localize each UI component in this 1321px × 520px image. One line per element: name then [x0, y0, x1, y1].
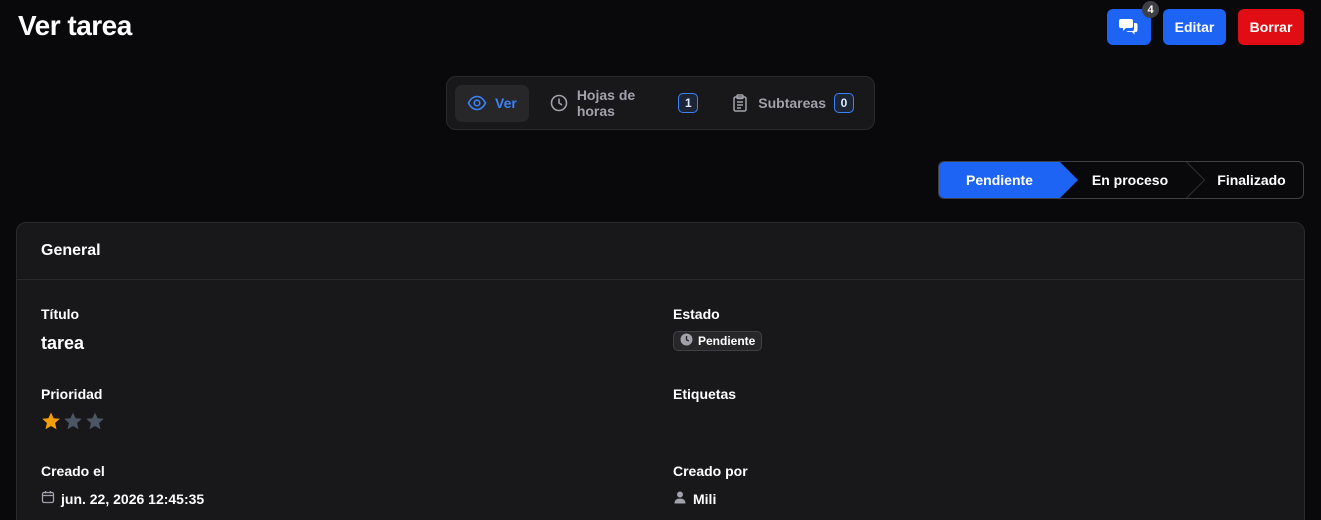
tab-subtasks-count: 0: [834, 93, 854, 113]
delete-button[interactable]: Borrar: [1238, 9, 1304, 45]
tab-view[interactable]: Ver: [455, 84, 529, 122]
user-icon: [673, 490, 687, 507]
tab-bar: Ver Hojas de horas 1 Subtareas 0: [446, 76, 875, 130]
clipboard-icon: [730, 93, 750, 113]
priority-stars: [41, 411, 105, 436]
clock-icon: [549, 93, 569, 113]
header-actions: 4 Editar Borrar: [1107, 1, 1304, 45]
field-priority: Prioridad: [41, 386, 105, 436]
calendar-icon: [41, 490, 55, 507]
eye-icon: [467, 93, 487, 113]
created-by-value: Mili: [693, 490, 717, 507]
created-by-row: Mili: [673, 490, 748, 507]
status-step-in-progress[interactable]: En proceso: [1060, 162, 1205, 198]
general-card: General Título tarea Estado Pendiente Pr…: [16, 222, 1305, 520]
tab-subtasks[interactable]: Subtareas 0: [718, 85, 866, 122]
tab-subtasks-label: Subtareas: [758, 95, 826, 111]
page-title: Ver tarea: [18, 10, 132, 41]
tab-timesheets[interactable]: Hojas de horas 1: [537, 85, 710, 122]
tab-timesheets-label: Hojas de horas: [576, 87, 636, 119]
star-icon[interactable]: [85, 411, 105, 436]
status-badge-label: Pendiente: [698, 334, 756, 348]
comments-button[interactable]: 4: [1107, 1, 1159, 45]
tab-timesheets-count: 1: [678, 93, 699, 113]
comments-count-badge: 4: [1142, 1, 1159, 18]
field-title-value: tarea: [41, 333, 85, 353]
general-card-title: General: [17, 223, 1304, 280]
comments-icon: [1119, 17, 1139, 38]
field-created-at: Creado el jun. 22, 2026 12:45:35: [41, 463, 204, 507]
status-stepper: Pendiente En proceso Finalizado: [938, 161, 1304, 199]
created-at-value: jun. 22, 2026 12:45:35: [61, 490, 205, 507]
tab-view-label: Ver: [495, 95, 517, 111]
status-step-pending[interactable]: Pendiente: [939, 162, 1078, 198]
status-badge: Pendiente: [673, 331, 763, 351]
field-tags-label: Etiquetas: [673, 386, 737, 402]
field-created-by: Creado por Mili: [673, 463, 748, 507]
star-icon[interactable]: [63, 411, 83, 436]
field-status-label: Estado: [673, 306, 720, 322]
field-title-label: Título: [41, 306, 80, 322]
created-at-row: jun. 22, 2026 12:45:35: [41, 490, 204, 507]
field-priority-label: Prioridad: [41, 386, 103, 402]
edit-button[interactable]: Editar: [1163, 9, 1226, 45]
field-title: Título tarea: [41, 306, 84, 354]
field-created-by-label: Creado por: [673, 463, 748, 479]
clock-filled-icon: [680, 333, 693, 349]
star-icon[interactable]: [41, 411, 61, 436]
field-tags: Etiquetas: [673, 386, 736, 402]
field-status: Estado Pendiente: [673, 306, 763, 351]
field-created-at-label: Creado el: [41, 463, 105, 479]
